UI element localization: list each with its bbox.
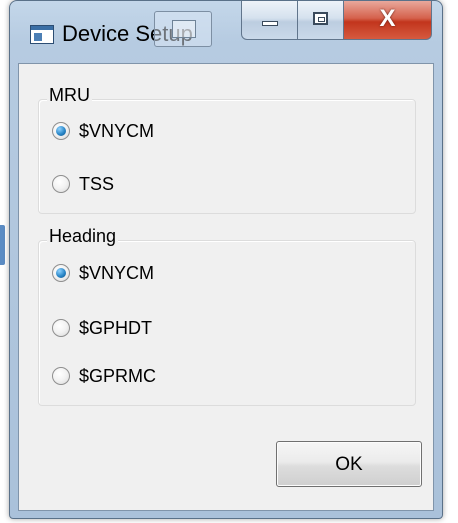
device-setup-dialog: Device Setup X MRU $VNYCM TSS Heading $V… xyxy=(9,0,443,519)
radio-button[interactable] xyxy=(52,367,70,385)
application-window-icon[interactable] xyxy=(30,25,54,44)
radio-label[interactable]: TSS xyxy=(79,174,114,195)
radio-button[interactable] xyxy=(52,175,70,193)
mru-groupbox: MRU $VNYCM TSS xyxy=(38,85,416,214)
close-icon: X xyxy=(379,5,396,32)
mru-option-vnycm[interactable]: $VNYCM xyxy=(52,118,154,144)
radio-button[interactable] xyxy=(52,319,70,337)
radio-button-selected[interactable] xyxy=(52,264,70,282)
minimize-icon xyxy=(262,21,278,26)
radio-label[interactable]: $VNYCM xyxy=(79,121,154,142)
minimize-button[interactable] xyxy=(241,1,298,40)
ok-button[interactable]: OK xyxy=(276,441,422,487)
mru-group-title: MRU xyxy=(47,85,92,106)
heading-groupbox: Heading $VNYCM $GPHDT $GPRMC xyxy=(38,226,416,406)
dialog-client-area: MRU $VNYCM TSS Heading $VNYCM $GPHDT $GP… xyxy=(18,63,434,511)
radio-label[interactable]: $VNYCM xyxy=(79,263,154,284)
heading-group-title: Heading xyxy=(47,226,119,247)
overlay-window-icon xyxy=(154,11,212,47)
close-button[interactable]: X xyxy=(344,1,432,40)
background-window-edge xyxy=(0,225,5,265)
maximize-button[interactable] xyxy=(298,1,344,40)
heading-option-gprmc[interactable]: $GPRMC xyxy=(52,363,156,389)
maximize-icon xyxy=(313,12,328,25)
heading-option-gphdt[interactable]: $GPHDT xyxy=(52,315,152,341)
title-bar[interactable]: Device Setup X xyxy=(10,1,442,63)
caption-buttons: X xyxy=(241,1,432,41)
radio-button-selected[interactable] xyxy=(52,122,70,140)
radio-label[interactable]: $GPRMC xyxy=(79,366,156,387)
radio-label[interactable]: $GPHDT xyxy=(79,318,152,339)
heading-option-vnycm[interactable]: $VNYCM xyxy=(52,260,154,286)
mru-option-tss[interactable]: TSS xyxy=(52,171,114,197)
